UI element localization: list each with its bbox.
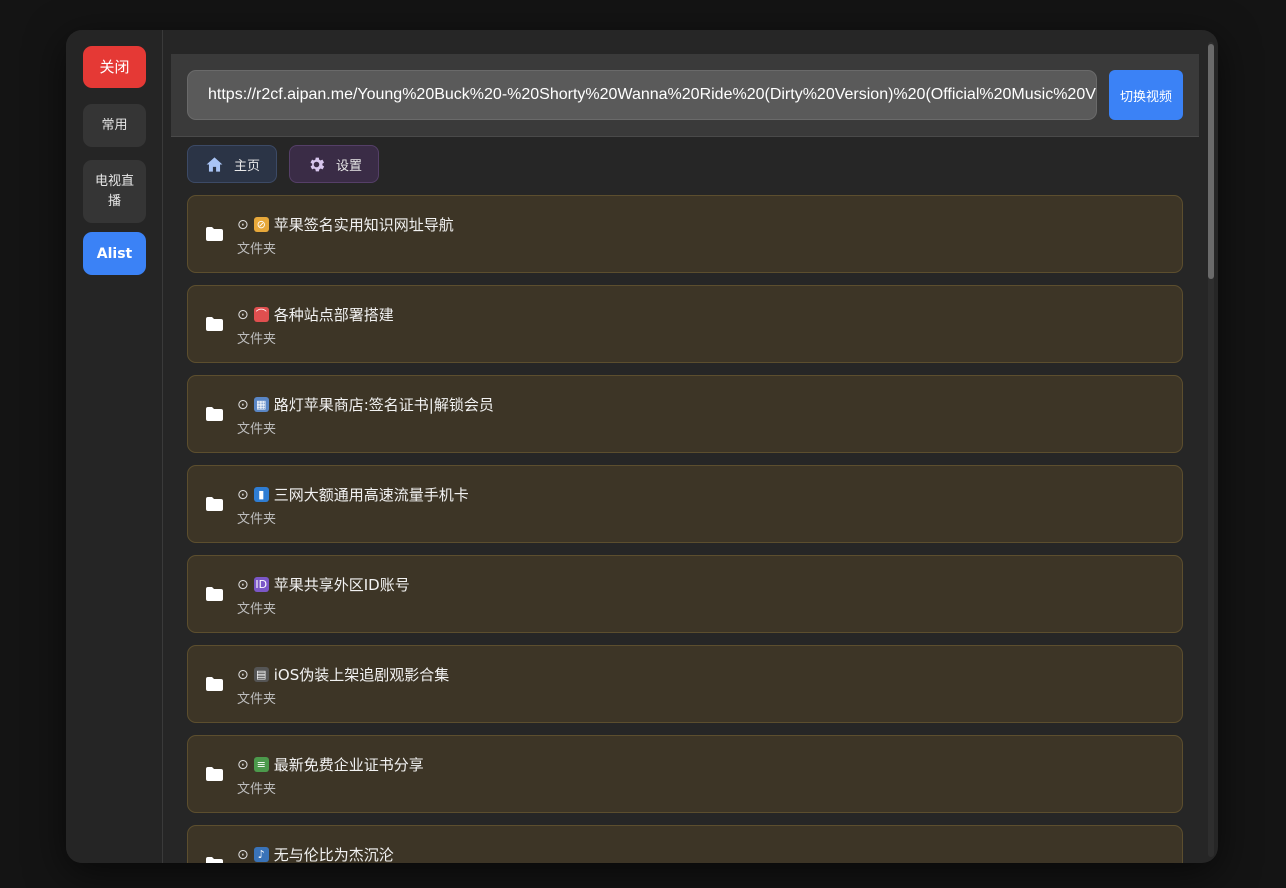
tab-tv-live[interactable]: 电视直播 — [83, 160, 146, 223]
folder-icon — [206, 677, 223, 691]
item-title-text: 各种站点部署搭建 — [273, 306, 394, 324]
list-item[interactable]: ⊙ ⊘ 苹果签名实用知识网址导航文件夹 — [187, 195, 1183, 273]
list-item[interactable]: ⊙♪无与伦比为杰沉沦文件夹 — [187, 825, 1183, 863]
main-panel: https://r2cf.aipan.me/Young%20Buck%20-%2… — [163, 30, 1204, 863]
video-url-input[interactable]: https://r2cf.aipan.me/Young%20Buck%20-%2… — [187, 70, 1097, 120]
item-type: 文件夹 — [237, 332, 277, 347]
list-item[interactable]: ⊙ ID 苹果共享外区ID账号文件夹 — [187, 555, 1183, 633]
home-label: 主页 — [234, 158, 261, 174]
film-frames-emoji: ▤ — [253, 667, 269, 682]
item-title-text: 三网大额通用高速流量手机卡 — [273, 486, 469, 504]
scrollbar-thumb[interactable] — [1208, 44, 1214, 279]
list-item[interactable]: ⊙ ≡ 最新免费企业证书分享文件夹 — [187, 735, 1183, 813]
home-icon — [206, 156, 223, 172]
item-title: ⊙ ⌒ 各种站点部署搭建 — [237, 304, 394, 325]
folder-icon — [206, 767, 223, 781]
player-dialog: 关闭 常用 电视直播 Alist https://r2cf.aipan.me/Y… — [66, 30, 1218, 863]
item-type: 文件夹 — [237, 692, 277, 707]
compass-emoji: ⊘ — [253, 217, 269, 232]
folder-icon — [206, 497, 223, 511]
tab-common[interactable]: 常用 — [83, 104, 146, 147]
item-title: ⊙ ▦ 路灯苹果商店:签名证书|解锁会员 — [237, 394, 494, 415]
rainbow-emoji: ⌒ — [253, 307, 269, 322]
folder-icon — [206, 227, 223, 241]
folder-icon — [206, 317, 223, 331]
folder-icon — [206, 407, 223, 421]
antenna-bars-emoji: ▮ — [253, 487, 269, 502]
item-title-text: iOS伪装上架追剧观影合集 — [273, 666, 450, 684]
clock-icon: ⊙ — [237, 216, 249, 233]
books-emoji: ≡ — [253, 757, 269, 772]
clock-icon: ⊙ — [237, 576, 249, 593]
item-type: 文件夹 — [237, 602, 277, 617]
tab-alist[interactable]: Alist — [83, 232, 146, 275]
list-item[interactable]: ⊙ ⌒ 各种站点部署搭建文件夹 — [187, 285, 1183, 363]
item-title-text: 无与伦比为杰沉沦 — [273, 846, 394, 863]
item-type: 文件夹 — [237, 242, 277, 257]
item-title-text: 路灯苹果商店:签名证书|解锁会员 — [273, 396, 494, 414]
close-button[interactable]: 关闭 — [83, 46, 146, 88]
list-item[interactable]: ⊙ ▦ 路灯苹果商店:签名证书|解锁会员文件夹 — [187, 375, 1183, 453]
switch-video-button[interactable]: 切换视频 — [1109, 70, 1183, 120]
item-title: ⊙ ▤ iOS伪装上架追剧观影合集 — [237, 664, 449, 685]
item-type: 文件夹 — [237, 782, 277, 797]
item-title: ⊙ ♪ 无与伦比为杰沉沦 — [237, 844, 394, 863]
settings-label: 设置 — [336, 158, 363, 174]
item-type: 文件夹 — [237, 512, 277, 527]
item-title: ⊙ ▮ 三网大额通用高速流量手机卡 — [237, 484, 469, 505]
musical-score-emoji: ♪ — [253, 847, 269, 862]
folder-icon — [206, 587, 223, 601]
clock-icon: ⊙ — [237, 486, 249, 503]
item-title-text: 最新免费企业证书分享 — [273, 756, 424, 774]
clock-icon: ⊙ — [237, 306, 249, 323]
item-type: 文件夹 — [237, 422, 277, 437]
settings-button[interactable]: 设置 — [289, 145, 379, 183]
list-item[interactable]: ⊙ ▤ iOS伪装上架追剧观影合集文件夹 — [187, 645, 1183, 723]
clock-icon: ⊙ — [237, 666, 249, 683]
clock-icon: ⊙ — [237, 846, 249, 863]
convenience-store-emoji: ▦ — [253, 397, 269, 412]
scrollbar[interactable] — [1208, 42, 1214, 857]
item-title: ⊙ ⊘ 苹果签名实用知识网址导航 — [237, 214, 454, 235]
sidebar: 关闭 常用 电视直播 Alist — [66, 30, 163, 863]
item-title-text: 苹果签名实用知识网址导航 — [273, 216, 454, 234]
clock-icon: ⊙ — [237, 756, 249, 773]
url-bar: https://r2cf.aipan.me/Young%20Buck%20-%2… — [171, 54, 1199, 137]
id-emoji: ID — [253, 577, 269, 592]
item-title-text: 苹果共享外区ID账号 — [273, 576, 410, 594]
item-title: ⊙ ≡ 最新免费企业证书分享 — [237, 754, 424, 775]
folder-icon — [206, 857, 223, 863]
item-title: ⊙ ID 苹果共享外区ID账号 — [237, 574, 410, 595]
list-item[interactable]: ⊙ ▮ 三网大额通用高速流量手机卡文件夹 — [187, 465, 1183, 543]
clock-icon: ⊙ — [237, 396, 249, 413]
gear-icon — [310, 157, 325, 171]
home-button[interactable]: 主页 — [187, 145, 277, 183]
